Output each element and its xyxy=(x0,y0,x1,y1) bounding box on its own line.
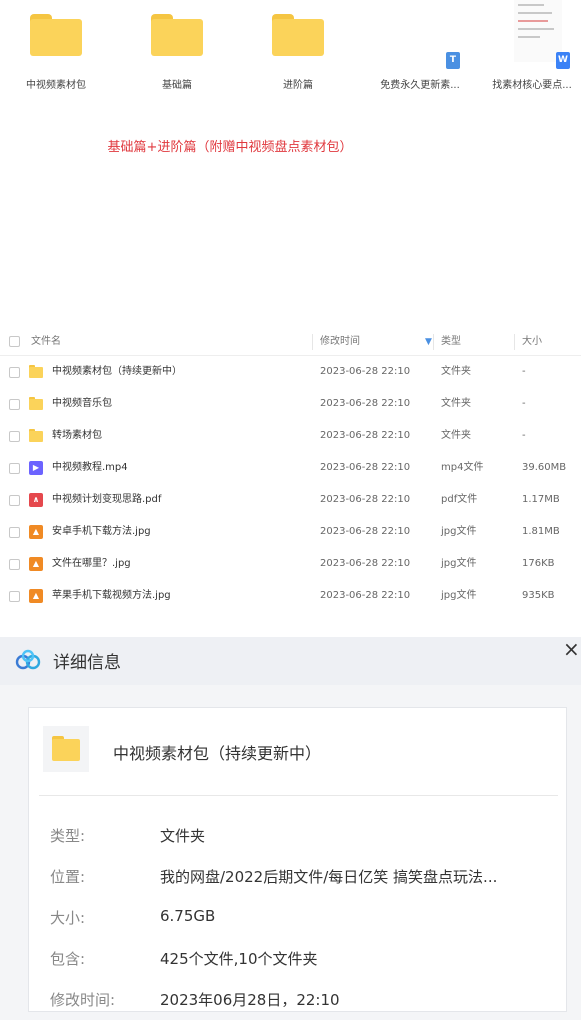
details-card: 中视频素材包（持续更新中） 类型: 文件夹 位置: 我的网盘/2022后期文件/… xyxy=(28,707,567,1012)
row-checkbox[interactable] xyxy=(9,399,20,410)
word-doc-icon: W xyxy=(556,52,570,69)
prop-label-type: 类型: xyxy=(50,827,86,845)
file-name[interactable]: 中视频素材包（持续更新中） xyxy=(52,356,182,388)
column-divider xyxy=(433,334,434,350)
folder-icon xyxy=(29,365,43,379)
grid-item-label: 找素材核心要点... xyxy=(492,80,572,91)
text-doc-icon: T xyxy=(446,52,460,69)
file-size: - xyxy=(522,366,526,377)
prop-value-size: 6.75GB xyxy=(160,907,216,925)
file-size: 1.81MB xyxy=(522,526,560,537)
file-modified: 2023-06-28 22:10 xyxy=(320,366,411,377)
file-name[interactable]: 安卓手机下载方法.jpg xyxy=(52,516,151,548)
file-type: jpg文件 xyxy=(441,558,477,569)
video-file-icon: ▶ xyxy=(29,461,43,475)
details-panel: 详细信息 × 中视频素材包（持续更新中） 类型: 文件夹 位置: 我的网盘/20… xyxy=(0,637,581,1020)
folder-icon xyxy=(29,397,43,411)
file-size: - xyxy=(522,398,526,409)
folder-icon xyxy=(30,14,82,56)
column-divider xyxy=(514,334,515,350)
file-name[interactable]: 苹果手机下载视频方法.jpg xyxy=(52,580,171,612)
prop-value-contains: 425个文件,10个文件夹 xyxy=(160,950,318,968)
file-type: mp4文件 xyxy=(441,462,484,473)
file-type: jpg文件 xyxy=(441,526,477,537)
prop-label-location: 位置: xyxy=(50,868,86,886)
table-row[interactable]: ▲ 安卓手机下载方法.jpg 2023-06-28 22:10 jpg文件 1.… xyxy=(0,516,581,548)
file-type: 文件夹 xyxy=(441,430,471,441)
grid-item-label: 中视频素材包 xyxy=(26,80,86,91)
file-modified: 2023-06-28 22:10 xyxy=(320,462,411,473)
file-type: jpg文件 xyxy=(441,590,477,601)
row-checkbox[interactable] xyxy=(9,431,20,442)
prop-label-modified: 修改时间: xyxy=(50,991,116,1009)
prop-label-size: 大小: xyxy=(50,909,86,927)
file-name[interactable]: 中视频计划变现思路.pdf xyxy=(52,484,161,516)
file-size: 176KB xyxy=(522,558,555,569)
file-size: - xyxy=(522,430,526,441)
file-modified: 2023-06-28 22:10 xyxy=(320,590,411,601)
row-checkbox[interactable] xyxy=(9,559,20,570)
prop-value-location[interactable]: 我的网盘/2022后期文件/每日亿笑 搞笑盘点玩法... xyxy=(160,866,497,887)
file-name[interactable]: 中视频音乐包 xyxy=(52,388,112,420)
row-checkbox[interactable] xyxy=(9,463,20,474)
pdf-file-icon: ∧ xyxy=(29,493,43,507)
table-row[interactable]: ▲ 苹果手机下载视频方法.jpg 2023-06-28 22:10 jpg文件 … xyxy=(0,580,581,612)
file-size: 935KB xyxy=(522,590,555,601)
file-type: pdf文件 xyxy=(441,494,478,505)
file-modified: 2023-06-28 22:10 xyxy=(320,558,411,569)
file-modified: 2023-06-28 22:10 xyxy=(320,398,411,409)
row-checkbox[interactable] xyxy=(9,495,20,506)
sort-down-icon[interactable]: ▼ xyxy=(425,328,432,356)
table-row[interactable]: ▲ 文件在哪里？.jpg 2023-06-28 22:10 jpg文件 176K… xyxy=(0,548,581,580)
item-name: 中视频素材包（持续更新中） xyxy=(113,744,322,763)
header-size[interactable]: 大小 xyxy=(522,328,542,356)
folder-icon xyxy=(272,14,324,56)
header-modified[interactable]: 修改时间 xyxy=(320,328,360,356)
details-header: 详细信息 × xyxy=(0,637,581,685)
file-size: 39.60MB xyxy=(522,462,567,473)
prop-value-modified: 2023年06月28日，22:10 xyxy=(160,991,340,1009)
file-size: 1.17MB xyxy=(522,494,560,505)
document-thumbnail xyxy=(514,0,562,62)
image-file-icon: ▲ xyxy=(29,557,43,571)
divider xyxy=(39,795,558,796)
row-checkbox[interactable] xyxy=(9,591,20,602)
promo-caption: 基础篇+进阶篇（附赠中视频盘点素材包） xyxy=(107,140,353,155)
file-icon-grid: 中视频素材包 基础篇 进阶篇 T 免费永久更新素... W 找素材核心要点...… xyxy=(0,0,581,320)
grid-item-label: 进阶篇 xyxy=(283,80,313,91)
file-modified: 2023-06-28 22:10 xyxy=(320,526,411,537)
file-name[interactable]: 文件在哪里？.jpg xyxy=(52,548,131,580)
grid-item-label: 基础篇 xyxy=(162,80,192,91)
table-row[interactable]: ▶ 中视频教程.mp4 2023-06-28 22:10 mp4文件 39.60… xyxy=(0,452,581,484)
file-type: 文件夹 xyxy=(441,366,471,377)
table-row[interactable]: ∧ 中视频计划变现思路.pdf 2023-06-28 22:10 pdf文件 1… xyxy=(0,484,581,516)
row-checkbox[interactable] xyxy=(9,367,20,378)
file-name[interactable]: 转场素材包 xyxy=(52,420,102,452)
header-name[interactable]: 文件名 xyxy=(31,328,61,356)
grid-item-label: 免费永久更新素... xyxy=(380,80,460,91)
prop-value-type: 文件夹 xyxy=(160,827,206,845)
close-icon[interactable]: × xyxy=(563,637,580,661)
image-file-icon: ▲ xyxy=(29,589,43,603)
select-all-checkbox[interactable] xyxy=(9,336,20,347)
details-title: 详细信息 xyxy=(53,653,121,673)
table-row[interactable]: 转场素材包 2023-06-28 22:10 文件夹 - xyxy=(0,420,581,452)
folder-icon xyxy=(43,726,89,772)
file-type: 文件夹 xyxy=(441,398,471,409)
file-modified: 2023-06-28 22:10 xyxy=(320,494,411,505)
row-checkbox[interactable] xyxy=(9,527,20,538)
list-header: 文件名 修改时间 ▼ 类型 大小 xyxy=(0,328,581,356)
file-modified: 2023-06-28 22:10 xyxy=(320,430,411,441)
folder-icon xyxy=(151,14,203,56)
file-list: 文件名 修改时间 ▼ 类型 大小 中视频素材包（持续更新中） 2023-06-2… xyxy=(0,328,581,628)
image-file-icon: ▲ xyxy=(29,525,43,539)
table-row[interactable]: 中视频素材包（持续更新中） 2023-06-28 22:10 文件夹 - xyxy=(0,356,581,388)
folder-icon xyxy=(29,429,43,443)
header-type[interactable]: 类型 xyxy=(441,328,461,356)
file-name[interactable]: 中视频教程.mp4 xyxy=(52,452,128,484)
prop-label-contains: 包含: xyxy=(50,950,86,968)
cloud-drive-icon xyxy=(15,649,41,670)
table-row[interactable]: 中视频音乐包 2023-06-28 22:10 文件夹 - xyxy=(0,388,581,420)
column-divider xyxy=(312,334,313,350)
